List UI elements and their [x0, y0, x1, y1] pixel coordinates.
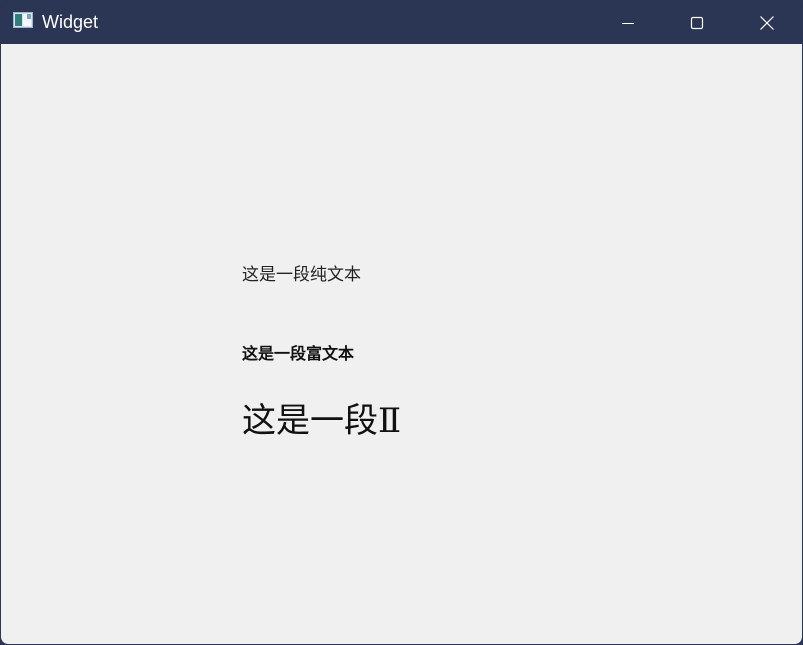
rich-text-large-label: 这是一段Ⅱ — [242, 401, 402, 441]
close-icon — [760, 15, 774, 30]
window-title: Widget — [42, 12, 99, 32]
maximize-icon — [690, 16, 704, 29]
title-bar[interactable]: Widget — [1, 1, 802, 44]
rich-text-bold-label: 这是一段富文本 — [242, 344, 355, 363]
app-window: Widget 这是一段纯文本 这是一段富文本 这是一段Ⅱ — [0, 0, 803, 645]
widget-client-area: 这是一段纯文本 这是一段富文本 这是一段Ⅱ — [1, 44, 802, 644]
close-button[interactable] — [732, 1, 802, 44]
plain-text-label: 这是一段纯文本 — [242, 265, 361, 285]
app-window-icon — [13, 12, 33, 28]
minimize-button[interactable] — [593, 1, 663, 44]
maximize-button[interactable] — [662, 1, 732, 44]
minimize-icon — [622, 22, 634, 24]
